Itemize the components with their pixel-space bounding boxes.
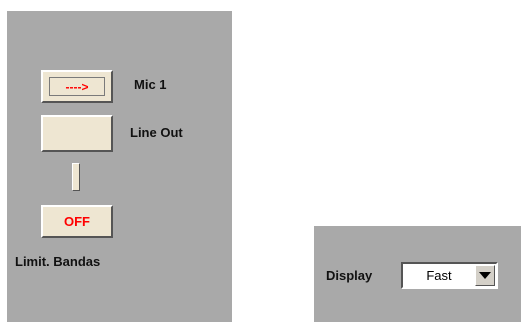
display-select-value: Fast xyxy=(426,268,452,283)
display-label: Display xyxy=(326,268,373,283)
dropdown-arrow-button[interactable] xyxy=(475,265,495,286)
mic-route-button-label: ----> xyxy=(49,77,105,96)
line-out-label: Line Out xyxy=(130,125,183,140)
mic-route-button[interactable]: ----> xyxy=(41,70,113,103)
app-root: ----> Mic 1 Line Out OFF Limit. Bandas D… xyxy=(0,0,521,322)
chevron-down-icon xyxy=(479,272,491,279)
mic-label: Mic 1 xyxy=(134,77,167,92)
limit-bands-label: Limit. Bandas xyxy=(15,254,101,269)
audio-routing-panel xyxy=(7,11,232,322)
display-select[interactable]: Fast xyxy=(401,262,498,289)
limit-toggle-button[interactable]: OFF xyxy=(41,205,113,238)
line-out-button[interactable] xyxy=(41,115,113,152)
level-slider[interactable] xyxy=(72,163,80,191)
